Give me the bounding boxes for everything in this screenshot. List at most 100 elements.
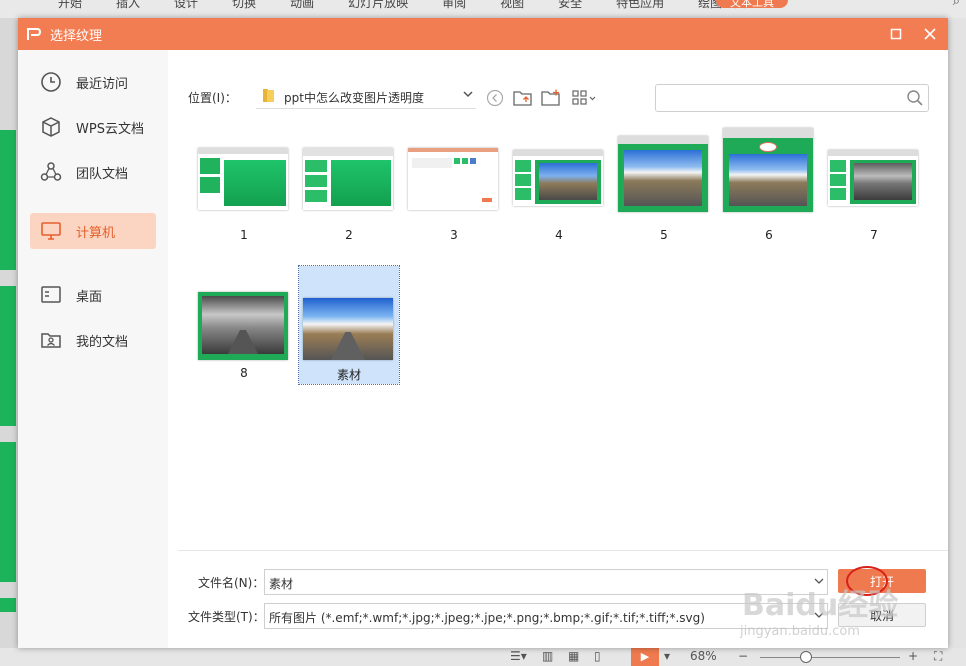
file-name: 8 (240, 366, 248, 380)
sidebar-item-wps-cloud[interactable]: WPS云文档 (30, 109, 156, 145)
maximize-icon[interactable] (886, 24, 906, 44)
search-box[interactable] (655, 84, 929, 112)
close-icon[interactable] (920, 24, 940, 44)
slide-thumbnail-panel (0, 18, 18, 648)
view-mode-button[interactable] (570, 87, 600, 109)
slide-thumbnail[interactable] (0, 286, 16, 426)
wps-logo-icon (27, 28, 42, 40)
menu-features[interactable]: 特色应用 (616, 0, 664, 11)
slide-thumbnail-image (828, 150, 918, 206)
slide-sorter-icon[interactable]: ▦ (568, 649, 579, 663)
sidebar-item-team-docs[interactable]: 团队文档 (30, 154, 156, 190)
play-dropdown-icon[interactable]: ▾ (664, 649, 670, 663)
sidebar-item-label: 最近访问 (76, 77, 129, 92)
filename-value: 素材 (269, 577, 294, 591)
location-label: 位置(I)： (188, 91, 237, 105)
chevron-down-icon (463, 91, 473, 98)
folder-icon (263, 89, 274, 102)
dialog-title: 选择纹理 (50, 29, 103, 44)
slide-thumbnail[interactable] (0, 442, 16, 582)
filetype-value: 所有图片 (*.emf;*.wmf;*.jpg;*.jpeg;*.jpe;*.p… (269, 611, 705, 625)
location-dropdown[interactable]: ppt中怎么改变图片透明度 (256, 84, 476, 109)
fit-window-icon[interactable]: ⛶ (934, 649, 942, 664)
slide-thumbnail-image (618, 136, 708, 212)
new-folder-button[interactable] (540, 87, 562, 109)
sidebar-item-recent[interactable]: 最近访问 (30, 64, 156, 100)
slide-thumbnail-image (198, 148, 288, 210)
file-item-sucai[interactable]: 素材 (298, 265, 400, 385)
zoom-slider[interactable] (760, 657, 900, 658)
sidebar-item-label: 团队文档 (76, 167, 129, 182)
normal-view-icon[interactable]: ▥ (542, 649, 553, 663)
menu-home[interactable]: 开始 (58, 0, 82, 11)
file-name: 6 (765, 228, 773, 242)
zoom-level[interactable]: 68% (690, 649, 717, 663)
slide-thumbnail[interactable] (0, 598, 16, 612)
sidebar-item-desktop[interactable]: 桌面 (30, 277, 156, 313)
back-button[interactable] (484, 87, 506, 109)
filetype-label: 文件类型(T)： (188, 610, 265, 624)
menu-insert[interactable]: 插入 (116, 0, 140, 11)
file-name: 2 (345, 228, 353, 242)
text-tools-tab[interactable]: 文本工具 (716, 0, 788, 9)
select-texture-dialog: 选择纹理 最近访问 WPS云文档 团队文档 计算机 桌面 我的文档 位置(I)：… (18, 18, 948, 648)
back-arrow-icon (486, 89, 504, 107)
sidebar-item-label: WPS云文档 (76, 122, 144, 137)
slide-thumbnail-image (408, 148, 498, 210)
zoom-out-icon[interactable]: − (738, 649, 748, 663)
slide-thumbnail-image (513, 150, 603, 206)
search-icon[interactable] (906, 89, 924, 107)
menu-transition[interactable]: 切换 (232, 0, 256, 11)
file-item-6[interactable]: 6 (719, 128, 819, 258)
slide-thumbnail-image (303, 298, 393, 360)
zoom-slider-handle[interactable] (800, 651, 812, 663)
up-folder-button[interactable] (512, 87, 534, 109)
file-item-7[interactable]: 7 (824, 142, 924, 258)
computer-icon (41, 222, 61, 240)
places-sidebar: 最近访问 WPS云文档 团队文档 计算机 桌面 我的文档 (18, 50, 168, 648)
filename-label: 文件名(N)： (198, 576, 265, 590)
file-item-5[interactable]: 5 (614, 136, 714, 258)
menu-view[interactable]: 视图 (500, 0, 524, 11)
file-item-4[interactable]: 4 (509, 142, 609, 258)
search-input[interactable] (660, 88, 904, 108)
file-name: 1 (240, 228, 248, 242)
file-item-1[interactable]: 1 (194, 142, 294, 258)
sidebar-item-computer[interactable]: 计算机 (30, 213, 156, 249)
slide-thumbnail[interactable] (0, 130, 16, 270)
reading-view-icon[interactable]: ▯ (594, 649, 601, 663)
cube-icon (42, 117, 60, 137)
slide-thumbnail-image (198, 292, 288, 360)
file-item-2[interactable]: 2 (299, 142, 399, 258)
file-name: 4 (555, 228, 563, 242)
notes-icon[interactable]: ☰▾ (510, 649, 527, 663)
file-item-8[interactable]: 8 (194, 280, 294, 396)
menu-slideshow[interactable]: 幻灯片放映 (348, 0, 408, 11)
up-folder-icon (513, 91, 532, 106)
watermark-brand: Baidu经验 (742, 588, 899, 623)
my-documents-icon (41, 333, 61, 348)
menu-animation[interactable]: 动画 (290, 0, 314, 11)
file-item-3[interactable]: 3 (404, 142, 504, 258)
menu-review[interactable]: 审阅 (442, 0, 466, 11)
slide-thumbnail-image (303, 148, 393, 210)
file-name: 3 (450, 228, 458, 242)
dialog-titlebar[interactable]: 选择纹理 (18, 18, 948, 50)
file-name: 5 (660, 228, 668, 242)
sidebar-item-label: 我的文档 (76, 335, 129, 350)
sidebar-item-my-documents[interactable]: 我的文档 (30, 322, 156, 358)
app-search-icon[interactable]: ⌕ (953, 0, 960, 9)
grid-view-icon (572, 90, 596, 105)
status-bar: ☰▾ ▥ ▦ ▯ ▶ ▾ 68% − + ⛶ (0, 648, 966, 666)
location-value: ppt中怎么改变图片透明度 (284, 91, 424, 105)
desktop-icon (41, 286, 61, 303)
app-right-panel (948, 18, 966, 648)
watermark-url: jingyan.baidu.com (740, 624, 860, 639)
play-slideshow-icon[interactable]: ▶ (631, 648, 659, 666)
file-name: 素材 (336, 368, 361, 382)
menu-security[interactable]: 安全 (558, 0, 582, 11)
zoom-in-icon[interactable]: + (908, 649, 918, 663)
menu-design[interactable]: 设计 (174, 0, 198, 11)
team-icon (40, 162, 62, 181)
new-folder-icon (541, 89, 560, 106)
